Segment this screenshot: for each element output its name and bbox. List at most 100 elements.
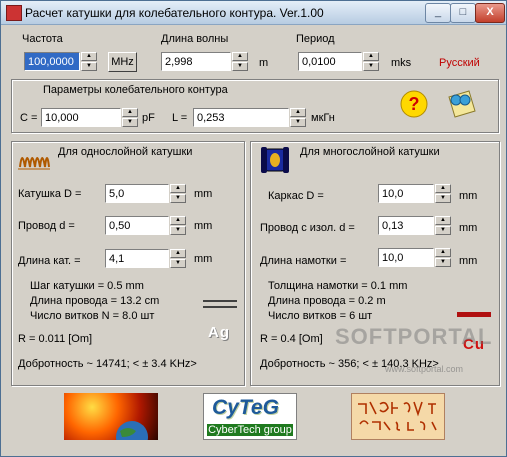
app-icon	[6, 5, 22, 21]
result-wire-length: Длина провода = 13.2 cm	[30, 295, 160, 307]
frequency-field[interactable]	[24, 52, 80, 71]
wire-diameter-spinner[interactable]: ▲ ▼	[170, 216, 186, 235]
spin-up-icon[interactable]: ▲	[170, 184, 186, 193]
close-button[interactable]: X	[475, 3, 505, 23]
spin-down-icon[interactable]: ▼	[170, 259, 186, 268]
multi-resistance: R = 0.4 [Om]	[260, 333, 323, 345]
coil-length-label: Длина кат. =	[18, 255, 81, 267]
single-q-factor: Добротность ~ 14741; < ± 3.4 KHz>	[18, 358, 197, 370]
frame-diameter-spinner[interactable]: ▲ ▼	[435, 184, 451, 203]
spin-down-icon[interactable]: ▼	[435, 226, 451, 235]
wavelength-label: Длина волны	[161, 33, 229, 45]
winding-length-field[interactable]	[378, 248, 434, 267]
insulated-wire-label: Провод с изол. d =	[260, 222, 355, 234]
spin-down-icon[interactable]: ▼	[290, 118, 306, 127]
single-resistance: R = 0.011 [Om]	[18, 333, 93, 345]
client-area: Частота ▲▼ MHz Длина волны ▲▼ m Период ▲…	[5, 27, 502, 454]
spin-down-icon[interactable]: ▼	[363, 62, 379, 71]
spin-up-icon[interactable]: ▲	[435, 184, 451, 193]
capacitance-unit: pF	[142, 112, 155, 124]
spin-up-icon[interactable]: ▲	[363, 52, 379, 61]
wavelength-unit: m	[259, 57, 269, 69]
inductance-field[interactable]	[193, 108, 289, 127]
winding-length-label: Длина намотки =	[260, 255, 347, 267]
result-multi-turns: Число витков = 6 шт	[268, 310, 373, 322]
language-link[interactable]: Русский	[439, 57, 480, 69]
glyphs-image[interactable]	[351, 393, 445, 440]
winding-length-spinner[interactable]: ▲ ▼	[435, 248, 451, 267]
coil-diameter-spinner[interactable]: ▲ ▼	[170, 184, 186, 203]
wire-symbol-icon	[203, 300, 237, 308]
wavelength-field[interactable]	[161, 52, 231, 71]
cyteg-logo[interactable]: CyTeG CyberTech group	[203, 393, 297, 440]
spin-down-icon[interactable]: ▼	[170, 194, 186, 203]
spin-up-icon[interactable]: ▲	[232, 52, 248, 61]
single-coil-icon	[17, 147, 51, 173]
cyteg-logo-subtitle: CyberTech group	[207, 424, 293, 436]
insulated-wire-field[interactable]	[378, 216, 434, 235]
frame-diameter-label: Каркас D =	[268, 190, 324, 202]
title-bar[interactable]: Расчет катушки для колебательного контур…	[1, 1, 506, 25]
inductance-spinner[interactable]: ▲ ▼	[290, 108, 306, 127]
spin-down-icon[interactable]: ▼	[170, 226, 186, 235]
frame-diameter-field[interactable]	[378, 184, 434, 203]
capacitance-field[interactable]	[41, 108, 121, 127]
spin-up-icon[interactable]: ▲	[122, 108, 138, 117]
coil-length-unit: mm	[194, 253, 213, 265]
svg-text:?: ?	[409, 94, 420, 114]
period-field[interactable]	[298, 52, 362, 71]
spin-up-icon[interactable]: ▲	[170, 249, 186, 258]
spin-down-icon[interactable]: ▼	[122, 118, 138, 127]
inductance-label: L =	[172, 112, 188, 124]
insulated-wire-spinner[interactable]: ▲ ▼	[435, 216, 451, 235]
info-icon[interactable]	[445, 89, 479, 119]
capacitance-spinner[interactable]: ▲ ▼	[122, 108, 138, 127]
maximize-button[interactable]: □	[450, 3, 476, 23]
period-spinner[interactable]: ▲ ▼	[363, 52, 379, 71]
period-label: Период	[296, 33, 335, 45]
coil-length-spinner[interactable]: ▲ ▼	[170, 249, 186, 268]
period-unit: mks	[391, 57, 412, 69]
single-layer-header: Для однослойной катушки	[58, 146, 193, 158]
silver-metal-label: Ag	[208, 324, 230, 341]
frequency-unit-button[interactable]: MHz	[108, 52, 137, 72]
wire-diameter-label: Провод d =	[18, 220, 75, 232]
result-turns: Число витков N = 8.0 шт	[30, 310, 155, 322]
multi-coil-icon	[258, 145, 292, 175]
sun-earth-image[interactable]	[64, 393, 158, 440]
winding-length-unit: mm	[459, 255, 478, 267]
coil-length-field[interactable]	[105, 249, 169, 268]
spin-up-icon[interactable]: ▲	[435, 216, 451, 225]
wire-diameter-field[interactable]	[105, 216, 169, 235]
cyteg-logo-title: CyTeG	[212, 396, 279, 419]
spin-down-icon[interactable]: ▼	[81, 62, 97, 71]
coil-diameter-field[interactable]	[105, 184, 169, 203]
result-pitch: Шаг катушки = 0.5 mm	[30, 280, 144, 292]
circuit-params-header: Параметры колебательного контура	[43, 84, 228, 96]
app-window: Расчет катушки для колебательного контур…	[0, 0, 507, 457]
capacitance-label: C =	[20, 112, 38, 124]
spin-down-icon[interactable]: ▼	[232, 62, 248, 71]
wavelength-spinner[interactable]: ▲ ▼	[232, 52, 248, 71]
minimize-button[interactable]: _	[425, 3, 451, 23]
wire-diameter-unit: mm	[194, 220, 213, 232]
spin-up-icon[interactable]: ▲	[435, 248, 451, 257]
coil-diameter-label: Катушка D =	[18, 188, 82, 200]
spin-down-icon[interactable]: ▼	[435, 194, 451, 203]
frequency-label: Частота	[22, 33, 63, 45]
coil-diameter-unit: mm	[194, 188, 213, 200]
multi-layer-header: Для многослойной катушки	[300, 146, 440, 158]
result-winding-thickness: Толщина намотки = 0.1 mm	[268, 280, 408, 292]
frequency-spinner[interactable]: ▲ ▼	[81, 52, 97, 71]
window-title: Расчет катушки для колебательного контур…	[25, 6, 324, 20]
result-multi-wire-length: Длина провода = 0.2 m	[268, 295, 386, 307]
frame-diameter-unit: mm	[459, 190, 478, 202]
insulated-wire-unit: mm	[459, 222, 478, 234]
watermark-text: SOFTPORTAL	[335, 324, 493, 349]
spin-up-icon[interactable]: ▲	[170, 216, 186, 225]
spin-down-icon[interactable]: ▼	[435, 258, 451, 267]
spin-up-icon[interactable]: ▲	[290, 108, 306, 117]
copper-wire-icon	[457, 312, 491, 317]
spin-up-icon[interactable]: ▲	[81, 52, 97, 61]
help-icon[interactable]: ?	[399, 89, 429, 119]
